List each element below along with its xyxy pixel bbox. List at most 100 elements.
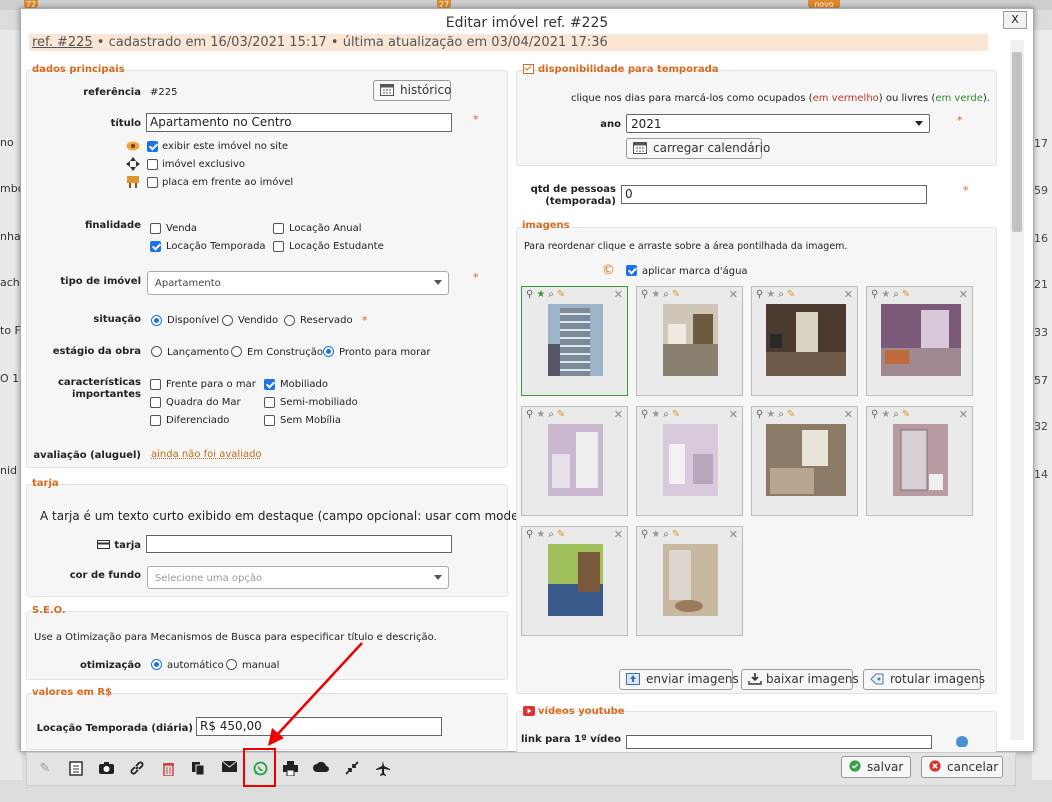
salvar-button[interactable]: salvar [841,756,911,778]
close-icon[interactable]: ✕ [959,408,968,421]
locacao-anual-checkbox[interactable] [273,223,284,234]
scrollbar-thumb[interactable] [1012,52,1022,232]
thumb-tools[interactable]: ⚲★⌕✎ [526,409,568,420]
printer-icon[interactable] [282,761,298,777]
camera-icon[interactable] [98,761,114,777]
close-icon[interactable]: ✕ [614,528,623,541]
tarja-input[interactable] [146,535,452,553]
temporada-input[interactable]: R$ 450,00 [196,717,442,736]
thumb-tools[interactable]: ⚲★⌕✎ [526,529,568,540]
tag-icon: ⚲ [756,409,767,420]
thumb-tools[interactable]: ⚲★⌕✎ [641,529,683,540]
close-icon[interactable]: ✕ [844,288,853,301]
section-title: dados principais [32,64,125,75]
close-icon[interactable]: ✕ [729,408,738,421]
cloud-icon[interactable] [313,761,329,777]
cancelar-button[interactable]: cancelar [921,756,1003,778]
thumb-tools[interactable]: ⚲★⌕✎ [871,289,913,300]
zoom-icon: ⌕ [893,409,902,420]
placa-checkbox[interactable] [147,177,158,188]
enviar-imagens-button[interactable]: enviar imagens [619,669,739,690]
exclusivo-checkbox[interactable] [147,159,158,170]
close-icon[interactable]: ✕ [844,408,853,421]
pronto-radio[interactable] [323,346,334,357]
referencia-value: #225 [150,87,178,98]
semi-mobiliado-checkbox[interactable] [264,397,275,408]
manual-radio[interactable] [226,659,237,670]
diferenciado-checkbox[interactable] [150,415,161,426]
ref-link[interactable]: ref. #225 [32,35,93,50]
em-construcao-radio[interactable] [231,346,242,357]
edit-icon: ✎ [556,289,569,300]
image-thumbnail[interactable]: ⚲★⌕✎ ✕ [521,406,628,516]
em-construcao-label: Em Construção [247,347,324,358]
copy-icon[interactable] [190,761,206,777]
close-icon[interactable]: ✕ [729,288,738,301]
avaliacao-link[interactable]: ainda não foi avaliado [151,449,262,460]
quadra-mar-checkbox[interactable] [150,397,161,408]
image-thumbnail[interactable]: ⚲★⌕✎ ✕ [636,406,743,516]
frente-mar-checkbox[interactable] [150,379,161,390]
zoom-icon: ⌕ [548,289,557,300]
thumb-tools[interactable]: ⚲★⌕✎ [756,289,798,300]
titulo-input[interactable]: Apartamento no Centro [146,113,452,132]
venda-checkbox[interactable] [150,223,161,234]
image-thumbnail[interactable]: ⚲★⌕✎ ✕ [636,286,743,396]
close-icon[interactable]: ✕ [959,288,968,301]
bathroom-photo [893,424,948,496]
marca-dagua-checkbox[interactable] [626,265,637,276]
link-icon[interactable] [129,761,145,777]
disponivel-radio[interactable] [151,315,162,326]
carregar-calendario-button[interactable]: carregar calendário [626,138,770,159]
edit-icon: ✎ [671,529,684,540]
info-icon[interactable] [955,735,969,748]
label-icon [870,673,884,685]
close-icon[interactable]: ✕ [729,528,738,541]
close-button[interactable]: X [1003,11,1027,29]
tipo-select[interactable]: Apartamento [147,271,449,295]
image-thumbnail[interactable]: ⚲★⌕✎ ✕ [751,406,858,516]
pessoas-input[interactable]: 0 [621,185,927,204]
document-icon[interactable] [68,761,84,777]
reservado-radio[interactable] [284,315,295,326]
close-icon[interactable]: ✕ [614,408,623,421]
zoom-icon: ⌕ [893,289,902,300]
cor-fundo-select[interactable]: Selecione uma opção [147,566,449,589]
zoom-icon: ⌕ [548,409,557,420]
thumb-tools[interactable]: ⚲★⌕✎ [641,289,683,300]
historico-button[interactable]: histórico [373,80,451,101]
pencil-icon[interactable]: ✎ [37,761,53,777]
disponivel-label: Disponível [167,315,220,326]
background-number: 16 [1034,232,1048,245]
video-link-input[interactable] [626,735,932,749]
thumb-tools[interactable]: ⚲★⌕✎ [756,409,798,420]
edit-icon: ✎ [556,529,569,540]
thumb-tools[interactable]: ⚲★⌕✎ [526,289,568,300]
ano-select[interactable]: 2021 [626,114,930,133]
image-thumbnail[interactable]: ⚲★⌕✎ ✕ [751,286,858,396]
rotular-imagens-button[interactable]: rotular imagens [863,669,985,690]
airplane-icon[interactable] [375,761,391,777]
image-thumbnail[interactable]: ⚲★⌕✎ ✕ [521,526,628,636]
automatico-radio[interactable] [151,659,162,670]
image-thumbnail[interactable]: ⚲★⌕✎ ✕ [866,406,973,516]
compress-icon[interactable] [344,761,360,777]
locacao-estudante-checkbox[interactable] [273,241,284,252]
trash-icon[interactable] [160,761,176,777]
close-icon[interactable]: ✕ [614,288,623,301]
locacao-temporada-checkbox[interactable] [150,241,161,252]
baixar-imagens-button[interactable]: baixar imagens [741,669,859,690]
calendar-icon [380,84,394,96]
finalidade-label: finalidade [85,220,141,231]
mobiliado-checkbox[interactable] [264,379,275,390]
exibir-checkbox[interactable] [147,141,158,152]
envelope-icon[interactable] [221,760,237,777]
lancamento-radio[interactable] [151,346,162,357]
image-thumbnail[interactable]: ⚲★⌕✎ ✕ [636,526,743,636]
image-thumbnail[interactable]: ⚲★⌕✎ ✕ [866,286,973,396]
image-thumbnail[interactable]: ⚲★⌕✎ ✕ [521,286,628,396]
vendido-radio[interactable] [222,315,233,326]
thumb-tools[interactable]: ⚲★⌕✎ [641,409,683,420]
sem-mobilia-checkbox[interactable] [264,415,275,426]
thumb-tools[interactable]: ⚲★⌕✎ [871,409,913,420]
